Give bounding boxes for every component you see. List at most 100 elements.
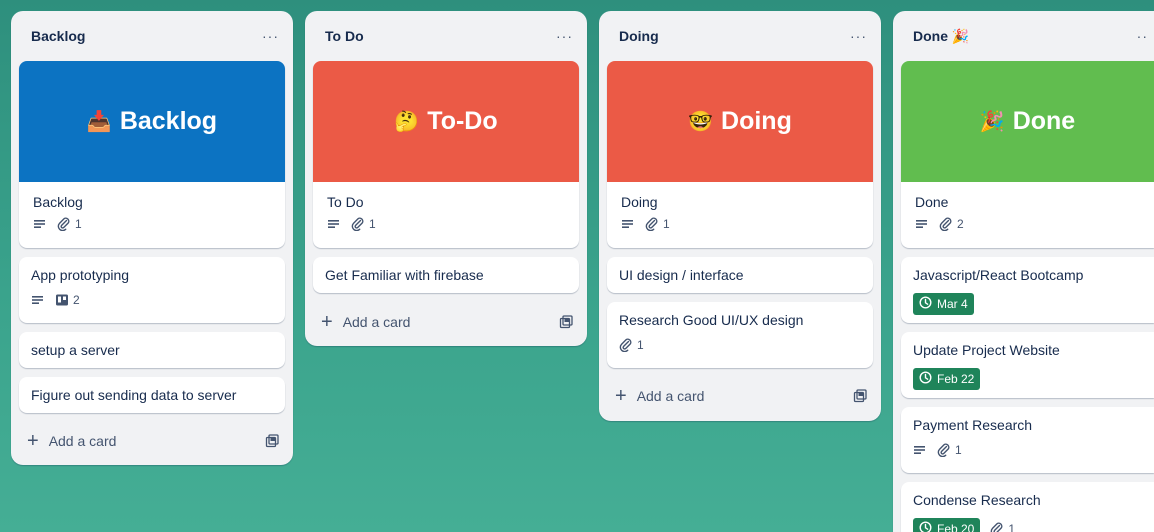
list-doing: Doing ··· 🤓 Doing Doing 1 UI design / in…	[599, 11, 881, 421]
description-icon	[915, 218, 929, 230]
card-figure-out-sending-data[interactable]: Figure out sending data to server	[19, 377, 285, 413]
card-badges: 1	[607, 212, 873, 231]
attachment-badge: 2	[939, 217, 964, 231]
card-template-icon[interactable]	[853, 389, 867, 403]
party-popper-icon: 🎉	[979, 111, 1005, 133]
attachment-badge: 1	[619, 338, 644, 352]
card-badges: 2	[901, 212, 1154, 231]
card-cover: 🤔 To-Do	[313, 61, 579, 182]
paperclip-icon	[619, 338, 633, 352]
cover-text: To-Do	[427, 107, 498, 135]
add-card-button[interactable]: + Add a card	[27, 425, 279, 457]
list-title: To Do	[325, 28, 364, 44]
card-badges: 1	[19, 212, 285, 231]
cover-text: Doing	[721, 107, 792, 135]
clock-icon	[919, 296, 932, 312]
card-title: UI design / interface	[619, 267, 744, 283]
card-cover-doing[interactable]: 🤓 Doing Doing 1	[607, 61, 873, 248]
attachment-count: 1	[75, 217, 82, 231]
card-title: Condense Research	[913, 492, 1041, 508]
card-template-icon[interactable]	[559, 315, 573, 329]
list-title: Backlog	[31, 28, 86, 44]
clock-icon	[919, 521, 932, 532]
card-ui-design-interface[interactable]: UI design / interface	[607, 257, 873, 293]
plus-icon: +	[615, 385, 627, 407]
card-title: To Do	[327, 194, 364, 210]
card-badges: 1	[313, 212, 579, 231]
card-badges: Feb 20 1	[901, 518, 1154, 532]
card-javascript-react-bootcamp[interactable]: Javascript/React Bootcamp Mar 4	[901, 257, 1154, 323]
list-header[interactable]: Doing ···	[599, 11, 881, 61]
attachment-badge: 1	[57, 217, 82, 231]
card-cover-backlog[interactable]: 📥 Backlog Backlog 1	[19, 61, 285, 248]
list-backlog: Backlog ··· 📥 Backlog Backlog 1 App prot…	[11, 11, 293, 465]
checklist-badge: 2	[55, 293, 80, 307]
card-title: Get Familiar with firebase	[325, 267, 484, 283]
trello-board-icon	[55, 293, 69, 307]
card-badges: Feb 22	[901, 368, 1154, 390]
card-template-icon[interactable]	[265, 434, 279, 448]
attachment-badge: 1	[937, 443, 962, 457]
attachment-count: 1	[369, 217, 376, 231]
cover-text: Backlog	[119, 107, 218, 135]
list-menu-button[interactable]: ···	[556, 28, 573, 44]
list-header[interactable]: Done 🎉 ··	[893, 11, 1154, 61]
card-update-project-website[interactable]: Update Project Website Feb 22	[901, 332, 1154, 398]
attachment-count: 1	[955, 443, 962, 457]
clock-icon	[919, 371, 932, 387]
paperclip-icon	[939, 217, 953, 231]
paperclip-icon	[645, 217, 659, 231]
list-menu-button[interactable]: ···	[262, 28, 279, 44]
card-cover-done[interactable]: 🎉 Done Done 2	[901, 61, 1154, 248]
list-menu-button[interactable]: ···	[850, 28, 867, 44]
list-title: Done 🎉	[913, 27, 970, 44]
board: Backlog ··· 📥 Backlog Backlog 1 App prot…	[0, 0, 1154, 532]
card-title: Research Good UI/UX design	[619, 312, 804, 328]
due-date: Mar 4	[937, 297, 968, 311]
card-title: Backlog	[33, 194, 83, 210]
plus-icon: +	[321, 311, 333, 333]
list-header[interactable]: To Do ···	[305, 11, 587, 61]
attachment-count: 1	[663, 217, 670, 231]
due-date: Feb 22	[937, 372, 975, 386]
card-app-prototyping[interactable]: App prototyping 2	[19, 257, 285, 323]
card-title: Update Project Website	[913, 342, 1060, 358]
card-cover: 🎉 Done	[901, 61, 1154, 182]
list-title: Doing	[619, 28, 659, 44]
attachment-badge: 1	[351, 217, 376, 231]
due-date-badge[interactable]: Feb 20	[913, 518, 981, 532]
description-icon	[621, 218, 635, 230]
due-date-badge[interactable]: Mar 4	[913, 293, 974, 315]
list-menu-button[interactable]: ··	[1137, 28, 1148, 44]
attachment-badge: 1	[990, 522, 1015, 532]
inbox-tray-icon: 📥	[86, 111, 112, 133]
due-date: Feb 20	[937, 522, 975, 532]
list-header[interactable]: Backlog ···	[11, 11, 293, 61]
card-condense-research[interactable]: Condense Research Feb 20 1	[901, 482, 1154, 532]
add-card-button[interactable]: + Add a card	[615, 380, 867, 412]
attachment-badge: 1	[645, 217, 670, 231]
add-card-button[interactable]: + Add a card	[321, 306, 573, 338]
attachment-count: 1	[1008, 522, 1016, 532]
nerd-face-icon: 🤓	[688, 111, 714, 133]
card-setup-server[interactable]: setup a server	[19, 332, 285, 368]
card-title: App prototyping	[31, 267, 130, 283]
card-get-familiar-firebase[interactable]: Get Familiar with firebase	[313, 257, 579, 293]
card-badges: 1	[607, 338, 873, 352]
due-date-badge[interactable]: Feb 22	[913, 368, 981, 390]
card-title: setup a server	[31, 342, 120, 358]
card-title: Payment Research	[913, 417, 1033, 433]
paperclip-icon	[351, 217, 365, 231]
add-card-label: Add a card	[342, 314, 411, 330]
card-title: Done	[915, 194, 949, 210]
card-cover-to-do[interactable]: 🤔 To-Do To Do 1	[313, 61, 579, 248]
card-payment-research[interactable]: Payment Research 1	[901, 407, 1154, 473]
paperclip-icon	[57, 217, 71, 231]
card-title: Figure out sending data to server	[31, 387, 237, 403]
card-title: Doing	[621, 194, 658, 210]
cover-text: Done	[1012, 107, 1076, 135]
card-title: Javascript/React Bootcamp	[913, 267, 1084, 283]
paperclip-icon	[937, 443, 951, 457]
card-research-good-ui-ux[interactable]: Research Good UI/UX design 1	[607, 302, 873, 368]
list-to-do: To Do ··· 🤔 To-Do To Do 1 Get Familiar w…	[305, 11, 587, 346]
